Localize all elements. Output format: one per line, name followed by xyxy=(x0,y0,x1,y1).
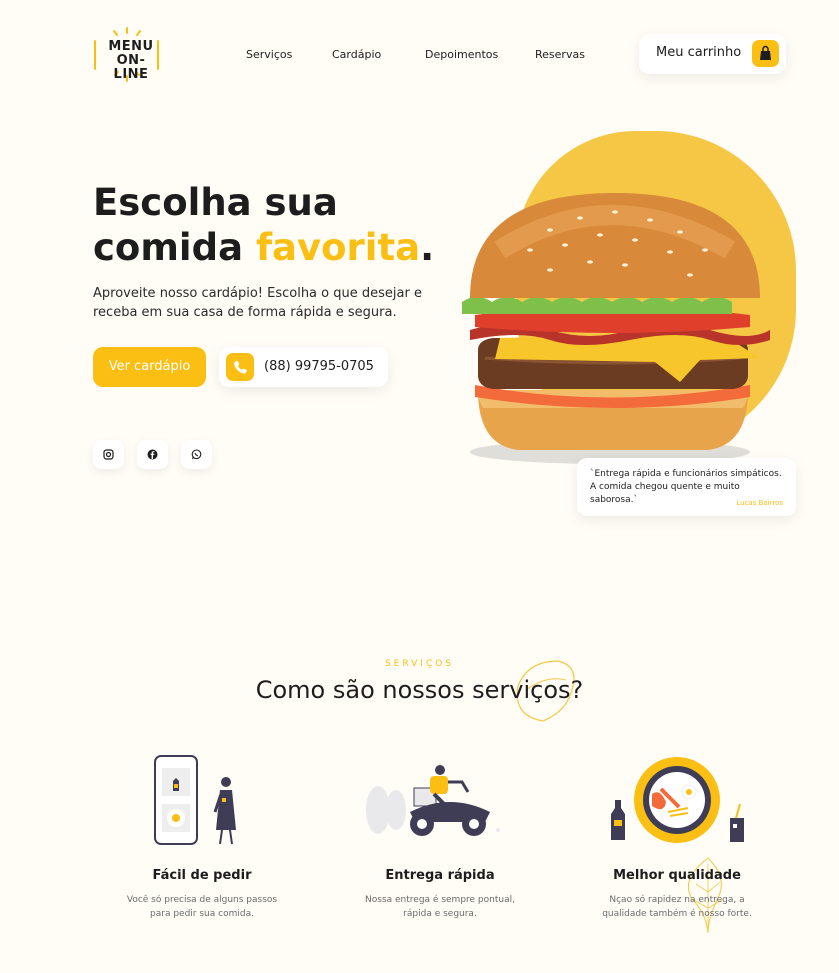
cart-button[interactable]: Meu carrinho xyxy=(639,34,786,74)
service-desc-3: Nçao só rapidez na entrega, a qualidade … xyxy=(557,893,797,921)
instagram-button[interactable] xyxy=(93,440,124,469)
review-card: `Entrega rápida e funcionários simpático… xyxy=(577,458,796,516)
service-desc-2-line2: rápida e segura. xyxy=(403,909,477,919)
logo-line2: ON-LINE xyxy=(113,53,149,82)
service-title-2: Entrega rápida xyxy=(385,868,495,883)
order-illustration xyxy=(154,755,236,845)
service-title-3: Melhor qualidade xyxy=(613,868,741,883)
cart-label: Meu carrinho xyxy=(656,45,742,60)
service-desc-3-line2: qualidade também é nosso forte. xyxy=(602,909,752,919)
whatsapp-icon xyxy=(191,449,202,460)
quality-illustration xyxy=(611,757,744,843)
hero-title-accent: favorita xyxy=(255,226,421,269)
service-desc-1-line2: para pedir sua comida. xyxy=(150,909,254,919)
nav-reservas[interactable]: Reservas xyxy=(535,48,585,61)
delivery-illustration xyxy=(366,765,500,836)
nav-depoimentos[interactable]: Depoimentos xyxy=(425,48,498,61)
burger-image xyxy=(462,193,770,464)
facebook-icon xyxy=(147,449,158,460)
phone-button[interactable]: (88) 99795-0705 xyxy=(219,347,388,387)
whatsapp-button[interactable] xyxy=(181,440,212,469)
services-subtitle: SERVIÇOS xyxy=(384,659,455,669)
view-menu-button[interactable]: Ver cardápio xyxy=(93,347,206,387)
phone-icon xyxy=(226,353,254,381)
hero-title-word: comida xyxy=(93,226,256,269)
service-desc-1: Você só precisa de alguns passos para pe… xyxy=(82,893,322,921)
nav-cardapio[interactable]: Cardápio xyxy=(332,48,381,61)
phone-number: (88) 99795-0705 xyxy=(264,359,374,374)
hero-description: Aproveite nosso cardápio! Escolha o que … xyxy=(93,286,422,320)
facebook-button[interactable] xyxy=(137,440,168,469)
hero-title: Escolha sua comida favorita. xyxy=(93,180,434,270)
service-desc-2-line1: Nossa entrega é sempre pontual, xyxy=(365,895,515,905)
logo[interactable]: MENU ON-LINE xyxy=(92,26,162,84)
service-title-1: Fácil de pedir xyxy=(152,868,252,883)
service-desc-2: Nossa entrega é sempre pontual, rápida e… xyxy=(320,893,560,921)
logo-text: MENU ON-LINE xyxy=(100,40,162,82)
review-author: Lucas Bairros xyxy=(736,499,783,507)
hero-title-line1: Escolha sua xyxy=(93,181,338,224)
service-desc-3-line1: Nçao só rapidez na entrega, a xyxy=(609,895,745,905)
logo-line1: MENU xyxy=(108,39,154,54)
bag-icon xyxy=(752,40,779,67)
service-desc-1-line1: Você só precisa de alguns passos xyxy=(126,895,278,905)
services-title: Como são nossos serviços? xyxy=(255,676,584,704)
hero-title-line2: comida favorita. xyxy=(93,225,434,270)
hero-title-period: . xyxy=(420,226,435,269)
instagram-icon xyxy=(103,449,114,460)
nav-servicos[interactable]: Serviços xyxy=(246,48,292,61)
